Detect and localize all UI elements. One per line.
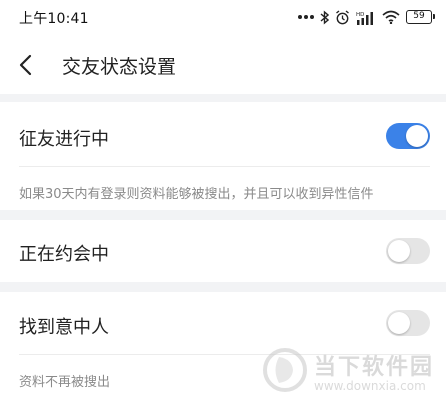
seeking-friends-toggle[interactable] [386,123,430,149]
setting-label: 征友进行中 [19,129,109,150]
toggle-knob [406,125,428,147]
setting-description: 资料不再被搜出 [19,375,111,390]
status-bar: 上午10:41 HD 59 [0,0,446,34]
svg-text:HD: HD [356,12,364,18]
chevron-left-icon[interactable] [14,52,40,78]
setting-label: 正在约会中 [19,244,109,265]
found-match-toggle[interactable] [386,310,430,336]
page-title: 交友状态设置 [62,56,177,78]
wifi-icon [382,10,400,24]
status-icons: HD 59 [298,8,435,26]
toggle-knob [388,240,410,262]
battery-icon: 59 [406,10,435,24]
watermark: 当下软件园 www.downxia.com [262,343,442,403]
alarm-icon [336,9,349,24]
status-time: 上午10:41 [19,11,89,27]
nav-bar: 交友状态设置 [0,34,446,94]
setting-dating: 正在约会中 [0,220,446,282]
section-gap [0,282,446,292]
setting-label: 找到意中人 [19,317,109,338]
watermark-logo-icon [263,348,307,392]
section-gap [0,94,446,102]
toggle-knob [388,312,410,334]
divider [19,166,430,167]
dots-icon [298,15,314,19]
section-gap [0,210,446,220]
bluetooth-icon [320,9,329,25]
setting-description: 如果30天内有登录则资料能够被搜出，并且可以收到异性信件 [19,187,374,202]
hd-signal-icon: HD [356,11,373,25]
dating-toggle[interactable] [386,238,430,264]
watermark-name: 当下软件园 [314,355,435,380]
setting-seeking-friends: 征友进行中 如果30天内有登录则资料能够被搜出，并且可以收到异性信件 [0,102,446,210]
watermark-url: www.downxia.com [314,379,426,393]
